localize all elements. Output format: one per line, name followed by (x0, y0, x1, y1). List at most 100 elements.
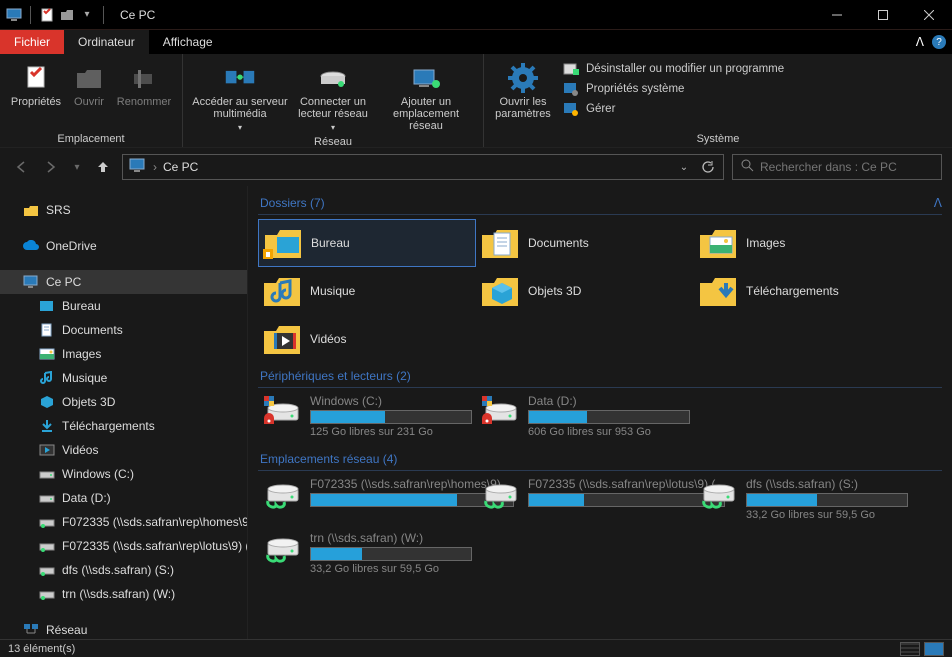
sidebar-tree[interactable]: SRS OneDrive Ce PC Bureau Documents Imag… (0, 186, 248, 639)
sysprops-label: Propriétés système (586, 83, 684, 95)
section-drives-header[interactable]: Périphériques et lecteurs (2) (258, 363, 942, 388)
drive-subtext: 33,2 Go libres sur 59,5 Go (746, 509, 908, 521)
sidebar-item-musique[interactable]: Musique (0, 366, 247, 390)
sidebar-item-onedrive[interactable]: OneDrive (0, 234, 247, 258)
folder-images[interactable]: Images (694, 219, 912, 267)
view-details-icon[interactable] (900, 642, 920, 656)
desktop-folder-icon (263, 223, 303, 263)
search-icon (741, 159, 754, 175)
drive-item[interactable]: Windows (C:)125 Go libres sur 231 Go (258, 392, 476, 446)
section-folders-header[interactable]: Dossiers (7) ᐱ (258, 190, 942, 215)
sidebar-item-label: Vidéos (62, 443, 98, 457)
sidebar-item-label: Bureau (62, 299, 101, 313)
status-count: 13 élément(s) (8, 643, 896, 655)
collapse-ribbon-icon[interactable]: ᐱ (916, 35, 924, 49)
tab-fichier[interactable]: Fichier (0, 30, 64, 54)
recent-dropdown[interactable]: ▾ (70, 156, 84, 178)
folder-objets3d[interactable]: Objets 3D (476, 267, 694, 315)
folder-bureau[interactable]: Bureau (258, 219, 476, 267)
sidebar-item-images[interactable]: Images (0, 342, 247, 366)
address-bar[interactable]: › Ce PC ⌄ (122, 154, 724, 180)
network-drive-item[interactable]: F072335 (\\sds.safran\rep\homes\9) ... (258, 475, 476, 529)
sidebar-item-cepc[interactable]: Ce PC (0, 270, 247, 294)
properties-button[interactable]: Propriétés (8, 58, 64, 108)
search-input[interactable] (760, 160, 933, 174)
connect-drive-button[interactable]: Connecter un lecteur réseau ▾ (293, 58, 373, 134)
minimize-button[interactable] (814, 0, 860, 30)
sidebar-item-bureau[interactable]: Bureau (0, 294, 247, 318)
connect-drive-label: Connecter un lecteur réseau (293, 96, 373, 120)
monitor-icon (129, 158, 147, 176)
back-button[interactable] (10, 156, 32, 178)
sidebar-item-net2[interactable]: F072335 (\\sds.safran\rep\lotus\9) (... (0, 534, 247, 558)
network-drive-item[interactable]: F072335 (\\sds.safran\rep\lotus\9) (... (476, 475, 694, 529)
group-systeme-label: Système (492, 131, 944, 145)
maximize-button[interactable] (860, 0, 906, 30)
network-drive-item[interactable]: trn (\\sds.safran) (W:)33,2 Go libres su… (258, 529, 476, 583)
drive-usage-bar (310, 547, 472, 561)
network-drive-item[interactable]: dfs (\\sds.safran) (S:)33,2 Go libres su… (694, 475, 912, 529)
sidebar-item-videos[interactable]: Vidéos (0, 438, 247, 462)
help-icon[interactable]: ? (932, 35, 946, 49)
netdrive-icon (38, 514, 56, 530)
section-drives-label: Périphériques et lecteurs (2) (260, 369, 942, 383)
tab-affichage[interactable]: Affichage (149, 30, 227, 54)
folder-musique[interactable]: Musique (258, 267, 476, 315)
sidebar-item-reseau[interactable]: Réseau (0, 618, 247, 639)
music-folder-icon (262, 271, 302, 311)
documents-folder-icon (480, 223, 520, 263)
drive-subtext: 125 Go libres sur 231 Go (310, 426, 472, 438)
open-params-button[interactable]: Ouvrir les paramètres (492, 58, 554, 120)
cube-icon (38, 394, 56, 410)
tab-ordinateur[interactable]: Ordinateur (64, 30, 149, 54)
close-button[interactable] (906, 0, 952, 30)
open-button[interactable]: Ouvrir (68, 58, 110, 108)
ribbon: Propriétés Ouvrir Renommer Emplacement A… (0, 54, 952, 148)
sidebar-item-documents[interactable]: Documents (0, 318, 247, 342)
uninstall-label: Désinstaller ou modifier un programme (586, 63, 784, 75)
sidebar-item-windowsc[interactable]: Windows (C:) (0, 462, 247, 486)
properties-label: Propriétés (11, 96, 61, 108)
refresh-button[interactable] (699, 160, 717, 174)
sidebar-item-net1[interactable]: F072335 (\\sds.safran\rep\homes\9) (0, 510, 247, 534)
monitor-icon (22, 274, 40, 290)
netdrive-icon (480, 477, 520, 517)
folder-telechargements[interactable]: Téléchargements (694, 267, 912, 315)
sidebar-item-datad[interactable]: Data (D:) (0, 486, 247, 510)
uninstall-button[interactable]: Désinstaller ou modifier un programme (558, 60, 788, 78)
manage-button[interactable]: Gérer (558, 100, 788, 118)
sysprops-icon (562, 81, 580, 97)
drive-icon (38, 466, 56, 482)
section-network-header[interactable]: Emplacements réseau (4) (258, 446, 942, 471)
content-pane[interactable]: Dossiers (7) ᐱ Bureau Documents Images M… (248, 186, 952, 639)
drive-icon (262, 394, 302, 434)
forward-button[interactable] (40, 156, 62, 178)
drive-usage-bar (528, 410, 690, 424)
media-server-button[interactable]: Accéder au serveur multimédia ▾ (191, 58, 289, 134)
folder-icon[interactable] (59, 7, 75, 23)
sysprops-button[interactable]: Propriétés système (558, 80, 788, 98)
sidebar-item-srs[interactable]: SRS (0, 198, 247, 222)
drive-item[interactable]: Data (D:)606 Go libres sur 953 Go (476, 392, 694, 446)
sidebar-item-net3[interactable]: dfs (\\sds.safran) (S:) (0, 558, 247, 582)
up-button[interactable] (92, 156, 114, 178)
section-folders-label: Dossiers (7) (260, 196, 934, 210)
sidebar-item-objets3d[interactable]: Objets 3D (0, 390, 247, 414)
add-location-button[interactable]: Ajouter un emplacement réseau (377, 58, 475, 132)
monitor-icon (6, 7, 22, 23)
folder-documents[interactable]: Documents (476, 219, 694, 267)
view-large-icon[interactable] (924, 642, 944, 656)
document-icon (38, 322, 56, 338)
folder-label: Images (746, 236, 785, 250)
rename-button[interactable]: Renommer (114, 58, 174, 108)
properties-icon[interactable] (39, 7, 55, 23)
sidebar-item-telechargements[interactable]: Téléchargements (0, 414, 247, 438)
cube-folder-icon (480, 271, 520, 311)
folder-videos[interactable]: Vidéos (258, 315, 476, 363)
drive-icon (38, 490, 56, 506)
search-box[interactable] (732, 154, 942, 180)
chevron-down-icon[interactable]: ▾ (79, 7, 95, 23)
address-dropdown[interactable]: ⌄ (675, 162, 693, 173)
status-bar: 13 élément(s) (0, 639, 952, 657)
sidebar-item-net4[interactable]: trn (\\sds.safran) (W:) (0, 582, 247, 606)
